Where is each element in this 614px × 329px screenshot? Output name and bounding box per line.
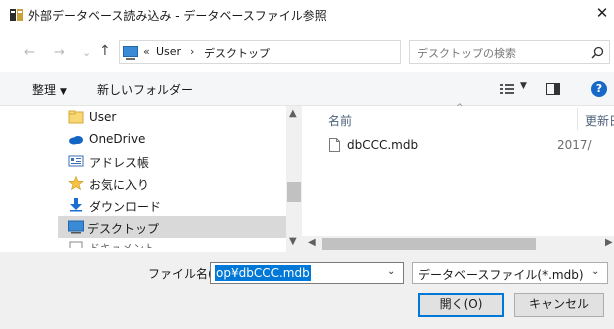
window-title: 外部データベース読み込み - データベースファイル参照 [28,9,327,23]
column-header-name[interactable]: 名前 [328,112,352,129]
command-toolbar: 整理 ▼ 新しいフォルダー ▼ ? [0,72,614,106]
filetype-value: データベースファイル(*.mdb) [418,268,584,282]
nav-item-documents[interactable]: ドキュメント [60,238,286,248]
organize-label: 整理 [32,83,57,97]
favorites-star-icon [68,176,84,190]
overflow-chevron[interactable]: « [143,45,150,58]
search-placeholder: デスクトップの検索 [417,47,516,60]
scroll-left-arrow-icon[interactable]: ◀ [308,237,316,248]
nav-item-favorites[interactable]: お気に入り [60,172,286,194]
file-list-horizontal-scrollbar[interactable]: ◀ ▶ [302,236,614,252]
scroll-down-arrow-icon[interactable]: ▼ [289,236,297,247]
close-button[interactable]: ✕ [590,2,614,24]
breadcrumb-desktop[interactable]: デスクトップ [204,45,270,61]
file-name: dbCCC.mdb [347,138,419,152]
nav-item-label: デスクトップ [87,222,160,236]
search-box[interactable]: デスクトップの検索 [409,40,610,64]
file-modified-date: 2017/ [557,138,592,152]
address-row: ← → ⌄ ↑ « User › デスクトップ ⌄ ↻ デスクトップの検索 [0,37,614,67]
nav-item-onedrive[interactable]: OneDrive [60,128,286,150]
dialog-footer: ファイル名(N): op¥dbCCC.mdb ⌄ データベースファイル(*.md… [0,252,614,329]
cancel-button[interactable]: キャンセル [514,293,604,317]
view-options-icon[interactable] [500,83,514,95]
filename-value[interactable]: op¥dbCCC.mdb [215,265,311,281]
scroll-thumb[interactable] [322,238,536,250]
navigation-vertical-scrollbar[interactable]: ▲ ▼ [286,106,302,252]
filename-dropdown-icon[interactable]: ⌄ [387,266,395,277]
new-folder-button[interactable]: 新しいフォルダー [97,81,193,98]
scroll-up-arrow-icon[interactable]: ▲ [289,108,297,119]
recent-locations-button[interactable]: ⌄ [82,46,91,59]
open-button[interactable]: 開く(O) [418,293,504,317]
app-icon [10,9,23,21]
column-separator[interactable] [577,108,578,130]
nav-item-label: User [89,110,117,124]
nav-item-label: アドレス帳 [89,156,150,170]
organize-caret-icon: ▼ [60,87,67,97]
back-button[interactable]: ← [24,45,35,60]
organize-button[interactable]: 整理 ▼ [32,81,67,98]
nav-item-address-book[interactable]: アドレス帳 [60,150,286,172]
filetype-select[interactable]: データベースファイル(*.mdb) ⌄ [412,262,608,284]
nav-item-label: ドキュメント [89,240,155,248]
breadcrumb-user[interactable]: User [156,45,181,58]
navigation-pane: User OneDrive アドレス帳 お気に入り ダウンロード デスクトップ [0,106,302,258]
nav-item-user[interactable]: User [60,106,286,128]
onedrive-icon [69,136,83,145]
nav-item-label: ダウンロード [89,200,162,214]
nav-item-downloads[interactable]: ダウンロード [60,194,286,216]
desktop-folder-icon [123,46,138,60]
breadcrumb-separator[interactable]: › [190,45,194,58]
view-options-caret-icon[interactable]: ▼ [520,81,527,91]
forward-button[interactable]: → [54,45,65,60]
scroll-thumb[interactable] [287,182,301,202]
filename-input[interactable]: op¥dbCCC.mdb ⌄ [210,262,404,284]
desktop-icon [68,220,84,234]
search-icon[interactable] [591,46,604,59]
address-book-icon [68,155,84,167]
column-header-modified[interactable]: 更新日 [585,112,614,129]
download-icon [70,198,82,212]
sort-ascending-icon: ^ [456,103,464,113]
address-bar[interactable]: « User › デスクトップ ⌄ ↻ [119,40,510,64]
documents-icon [69,241,83,248]
nav-item-desktop[interactable]: デスクトップ [58,216,286,238]
nav-item-label: お気に入り [89,178,150,192]
filetype-dropdown-icon[interactable]: ⌄ [591,266,599,277]
help-icon[interactable]: ? [591,81,607,97]
file-row[interactable]: dbCCC.mdb 2017/ [324,135,614,155]
title-bar: 外部データベース読み込み - データベースファイル参照 ✕ [0,0,614,28]
folder-icon [68,110,84,124]
up-button[interactable]: ↑ [99,43,111,59]
nav-item-label: OneDrive [89,132,146,146]
preview-pane-icon[interactable] [546,83,560,95]
scroll-right-arrow-icon[interactable]: ▶ [605,237,613,248]
file-icon [329,138,340,152]
